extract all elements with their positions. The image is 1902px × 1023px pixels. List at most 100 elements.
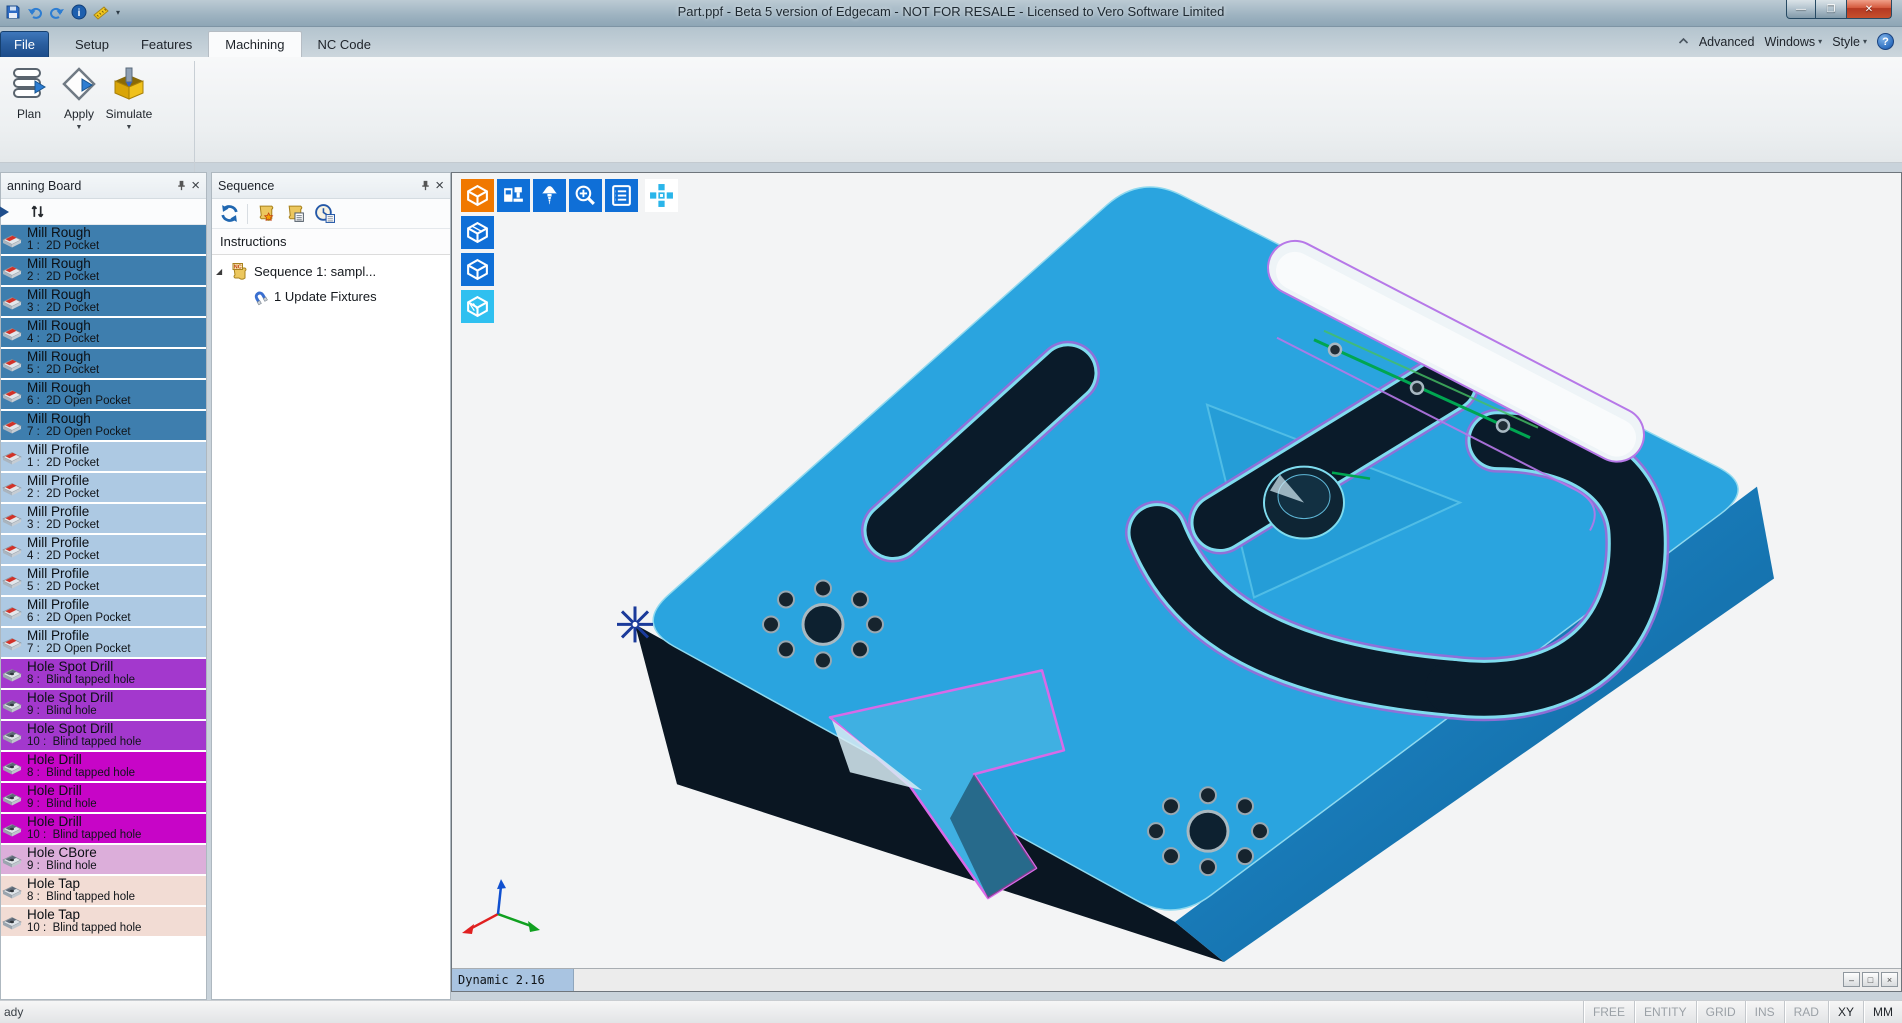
tree-item-label: 1 Update Fixtures — [274, 289, 377, 304]
status-cell-rad[interactable]: RAD — [1784, 1001, 1828, 1023]
menu-advanced[interactable]: Advanced — [1699, 35, 1755, 49]
planning-item[interactable]: Mill Profile4 : 2D Pocket — [1, 535, 206, 564]
planning-item[interactable]: Mill Rough6 : 2D Open Pocket — [1, 380, 206, 409]
planning-item-text: Hole Tap8 : Blind tapped hole — [27, 877, 204, 903]
tab-features[interactable]: Features — [125, 31, 208, 57]
tab-nc-code[interactable]: NC Code — [302, 31, 387, 57]
work-area: anning Board × Mill Rough1 : 2D PocketMi… — [0, 172, 1902, 1000]
chevron-down-icon[interactable]: ▼ — [126, 124, 133, 131]
tree-item[interactable]: ◢NCSequence 1: sampl... — [212, 259, 450, 284]
planning-item-text: Hole Drill10 : Blind tapped hole — [27, 815, 204, 841]
close-icon[interactable]: × — [435, 179, 444, 193]
tab-machining[interactable]: Machining — [208, 31, 301, 57]
status-cell-entity[interactable]: ENTITY — [1634, 1001, 1696, 1023]
planning-item[interactable]: Hole Drill8 : Blind tapped hole — [1, 752, 206, 781]
planning-item[interactable]: Hole Tap10 : Blind tapped hole — [1, 907, 206, 936]
3d-part-model[interactable] — [452, 173, 1901, 968]
planning-item[interactable]: Mill Rough2 : 2D Pocket — [1, 256, 206, 285]
chevron-down-icon[interactable]: ▼ — [76, 124, 83, 131]
apply-button[interactable]: Apply▼ — [54, 61, 104, 145]
planning-item-text: Mill Profile5 : 2D Pocket — [27, 567, 204, 593]
mdi-minimize-icon[interactable]: – — [1843, 972, 1860, 987]
ribbon-right-menu: Advanced Windows▾ Style▾ ? — [1678, 33, 1894, 50]
expander-icon[interactable]: ◢ — [216, 267, 230, 276]
planning-item[interactable]: Hole Spot Drill8 : Blind tapped hole — [1, 659, 206, 688]
status-cell-mm[interactable]: MM — [1863, 1001, 1902, 1023]
operation-name: Mill Profile — [27, 474, 204, 488]
planning-item[interactable]: Mill Rough7 : 2D Open Pocket — [1, 411, 206, 440]
feature-list-icon[interactable] — [605, 179, 638, 212]
planning-item[interactable]: Hole Spot Drill9 : Blind hole — [1, 690, 206, 719]
planning-item[interactable]: Hole Spot Drill10 : Blind tapped hole — [1, 721, 206, 750]
planning-item[interactable]: Mill Profile7 : 2D Open Pocket — [1, 628, 206, 657]
operation-name: Mill Rough — [27, 381, 204, 395]
maximize-button[interactable]: ❐ — [1816, 0, 1846, 19]
planning-item[interactable]: Hole Drill10 : Blind tapped hole — [1, 814, 206, 843]
planning-item[interactable]: Hole CBore9 : Blind hole — [1, 845, 206, 874]
pin-icon[interactable] — [417, 178, 433, 194]
planning-board-title: anning Board — [7, 179, 81, 193]
grid-plus-icon[interactable] — [645, 179, 678, 212]
status-cell-free[interactable]: FREE — [1583, 1001, 1634, 1023]
help-icon[interactable]: ? — [1877, 33, 1894, 50]
close-icon[interactable]: × — [191, 179, 200, 193]
refresh-icon[interactable] — [218, 203, 240, 225]
operation-detail: 10 : Blind tapped hole — [27, 736, 204, 748]
instructions-tree: ◢NCSequence 1: sampl... 1 Update Fixtures — [212, 255, 450, 309]
simulate-button[interactable]: Simulate▼ — [104, 61, 154, 145]
tab-setup[interactable]: Setup — [59, 31, 125, 57]
fixture-icon — [250, 287, 270, 307]
mdi-close-icon[interactable]: × — [1881, 972, 1898, 987]
tab-file[interactable]: File — [0, 31, 49, 57]
planning-item[interactable]: Hole Drill9 : Blind hole — [1, 783, 206, 812]
pin-icon[interactable] — [173, 178, 189, 194]
planning-item[interactable]: Mill Rough1 : 2D Pocket — [1, 225, 206, 254]
transparent-box-icon[interactable] — [461, 290, 494, 323]
machine-icon[interactable] — [497, 179, 530, 212]
planning-item[interactable]: Mill Profile5 : 2D Pocket — [1, 566, 206, 595]
tree-item[interactable]: 1 Update Fixtures — [212, 284, 450, 309]
hole-operation-icon — [2, 759, 23, 776]
status-message: ady — [4, 1005, 23, 1019]
planning-item[interactable]: Mill Rough3 : 2D Pocket — [1, 287, 206, 316]
planning-item[interactable]: Mill Rough5 : 2D Pocket — [1, 349, 206, 378]
collapse-ribbon-icon[interactable] — [1678, 37, 1689, 47]
play-icon[interactable] — [0, 204, 9, 220]
hole-operation-icon — [2, 821, 23, 838]
sequence-doc-icon[interactable] — [255, 203, 277, 225]
operation-detail: 1 : 2D Pocket — [27, 240, 204, 252]
hole-operation-icon — [2, 666, 23, 683]
status-cell-xy[interactable]: XY — [1828, 1001, 1863, 1023]
instruction-doc-icon[interactable] — [284, 203, 306, 225]
status-cell-ins[interactable]: INS — [1745, 1001, 1784, 1023]
planning-item[interactable]: Mill Profile1 : 2D Pocket — [1, 442, 206, 471]
stock-box-icon[interactable] — [461, 216, 494, 249]
menu-windows[interactable]: Windows▾ — [1764, 35, 1822, 49]
close-button[interactable]: ✕ — [1846, 0, 1892, 19]
planning-item[interactable]: Mill Profile3 : 2D Pocket — [1, 504, 206, 533]
3d-scene[interactable] — [452, 173, 1901, 968]
planning-item[interactable]: Mill Profile6 : 2D Open Pocket — [1, 597, 206, 626]
menu-style[interactable]: Style▾ — [1832, 35, 1867, 49]
planning-item[interactable]: Mill Rough4 : 2D Pocket — [1, 318, 206, 347]
zoom-extents-icon[interactable] — [569, 179, 602, 212]
planning-item-text: Hole Drill9 : Blind hole — [27, 784, 204, 810]
planning-item-text: Mill Rough3 : 2D Pocket — [27, 288, 204, 314]
planning-item-text: Mill Rough6 : 2D Open Pocket — [27, 381, 204, 407]
mill-operation-icon — [2, 294, 23, 311]
sort-icon[interactable] — [29, 203, 46, 220]
cycle-time-icon[interactable] — [313, 203, 335, 225]
solid-box-icon[interactable] — [461, 253, 494, 286]
minimize-button[interactable]: — — [1786, 0, 1816, 19]
view-mode-tab[interactable]: Dynamic 2.16 — [452, 969, 574, 991]
mdi-restore-icon[interactable]: □ — [1862, 972, 1879, 987]
planning-item-text: Mill Rough2 : 2D Pocket — [27, 257, 204, 283]
tool-icon[interactable] — [533, 179, 566, 212]
operation-detail: 3 : 2D Pocket — [27, 302, 204, 314]
planning-item[interactable]: Mill Profile2 : 2D Pocket — [1, 473, 206, 502]
planning-item[interactable]: Hole Tap8 : Blind tapped hole — [1, 876, 206, 905]
shaded-box-icon[interactable] — [461, 179, 494, 212]
datum-marker — [617, 606, 653, 642]
status-cell-grid[interactable]: GRID — [1696, 1001, 1745, 1023]
plan-button[interactable]: Plan — [4, 61, 54, 145]
